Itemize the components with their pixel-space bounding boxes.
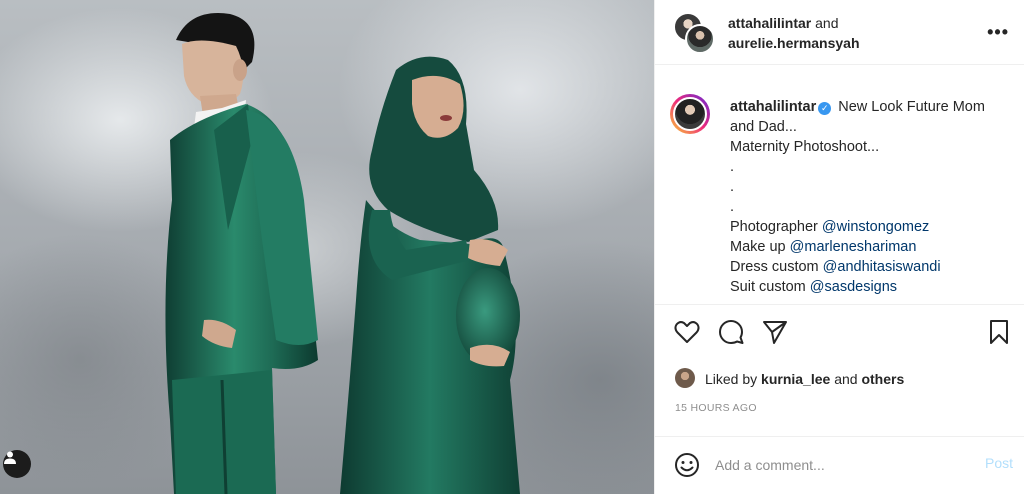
emoji-button[interactable]	[673, 451, 701, 479]
more-options-icon[interactable]: •••	[987, 22, 1009, 43]
bookmark-icon	[990, 320, 1008, 344]
likes-text: Liked by kurnia_lee and others	[705, 368, 904, 390]
coauthor-username-link[interactable]: aurelie.hermansyah	[728, 35, 860, 51]
photographer-label: Photographer	[730, 219, 822, 235]
caption-dot: .	[730, 159, 735, 175]
avatar	[685, 24, 715, 54]
post-header: attahalilintar and aurelie.hermansyah ••…	[655, 0, 1024, 65]
avatar[interactable]	[675, 368, 695, 388]
suit-label: Suit custom	[730, 279, 810, 295]
post-side-panel: attahalilintar and aurelie.hermansyah ••…	[654, 0, 1024, 494]
avatar	[673, 97, 707, 131]
comment-button[interactable]	[717, 318, 745, 346]
share-button[interactable]	[761, 318, 789, 346]
caption-line-1: New Look Future Mom	[834, 99, 985, 115]
author-username-link[interactable]: attahalilintar	[728, 15, 811, 31]
verified-badge-icon: ✓	[818, 102, 832, 115]
makeup-label: Make up	[730, 239, 790, 255]
mention-link-marleneshariman[interactable]: @marleneshariman	[790, 239, 917, 255]
caption-dot: .	[730, 179, 735, 195]
man-figure	[165, 13, 318, 494]
tagged-users-button[interactable]	[3, 450, 31, 478]
comment-icon	[719, 320, 744, 344]
divider	[655, 304, 1024, 305]
post-comment-button[interactable]: Post	[985, 455, 1013, 471]
caption-line-2: and Dad...	[730, 119, 797, 135]
dress-label: Dress custom	[730, 259, 823, 275]
mention-link-andhitasiswandi[interactable]: @andhitasiswandi	[823, 259, 941, 275]
save-button[interactable]	[985, 318, 1013, 346]
collab-names: attahalilintar and aurelie.hermansyah	[728, 13, 860, 53]
liker-username-link[interactable]: kurnia_lee	[761, 371, 830, 387]
caption-username-link[interactable]: attahalilintar	[730, 99, 816, 115]
caption-avatar-story-ring[interactable]	[670, 94, 710, 134]
liked-by-middle: and	[830, 371, 862, 387]
and-text: and	[811, 15, 839, 31]
caption-line-3: Maternity Photoshoot...	[730, 139, 880, 155]
send-icon	[763, 321, 787, 344]
heart-icon	[674, 321, 700, 343]
post-timestamp[interactable]: 15 HOURS AGO	[675, 402, 757, 414]
woman-figure	[340, 56, 520, 494]
emoji-icon	[675, 453, 699, 477]
post-photo[interactable]	[0, 0, 654, 494]
liked-by-prefix: Liked by	[705, 371, 762, 387]
caption-dot: .	[730, 199, 735, 215]
photo-illustration	[165, 13, 520, 494]
comment-input[interactable]	[715, 452, 965, 478]
mention-link-winstongomez[interactable]: @winstongomez	[822, 219, 929, 235]
caption-text: attahalilintar ✓ New Look Future Mom and …	[730, 97, 1015, 297]
user-tag-icon	[4, 451, 16, 464]
like-button[interactable]	[673, 318, 701, 346]
others-link[interactable]: others	[861, 371, 904, 387]
comment-bar: Post	[655, 436, 1024, 495]
caption-area: attahalilintar ✓ New Look Future Mom and …	[655, 84, 1024, 299]
mention-link-sasdesigns[interactable]: @sasdesigns	[810, 279, 897, 295]
action-bar	[655, 318, 1024, 350]
collab-avatars[interactable]	[673, 12, 715, 54]
